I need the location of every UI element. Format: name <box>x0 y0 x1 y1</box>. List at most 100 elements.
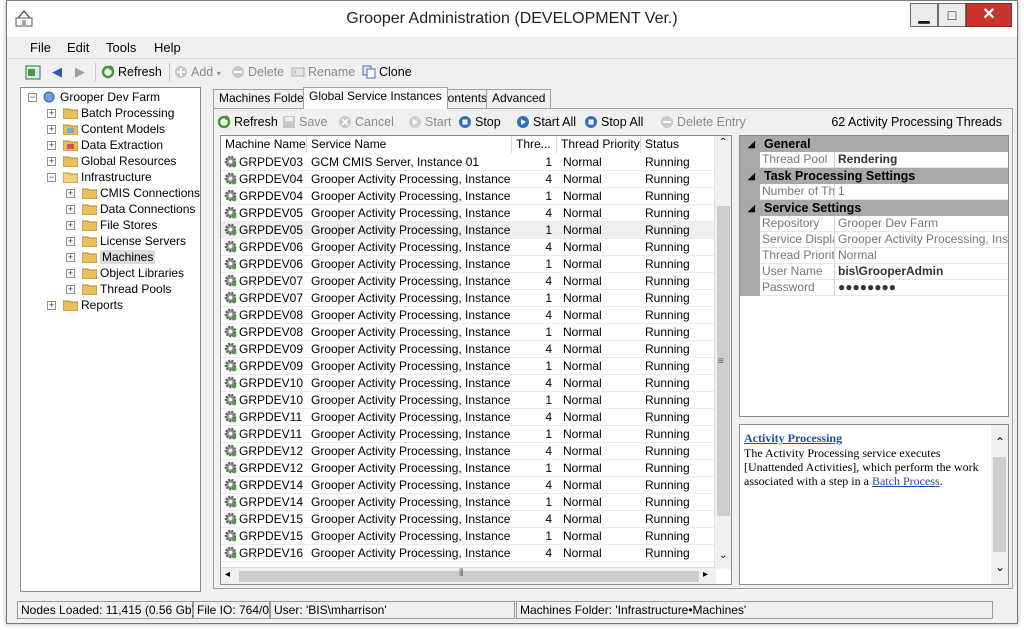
tree-item-machines[interactable]: Machines <box>82 249 156 265</box>
pane-splitter[interactable] <box>205 87 209 593</box>
tree-item-content-models[interactable]: Content Models <box>63 121 165 137</box>
expand-toggle[interactable]: + <box>47 141 56 150</box>
property-thread-pool[interactable]: Thread Pool Rendering <box>740 152 1008 168</box>
tree-item-data-connections[interactable]: Data Connections <box>82 201 195 217</box>
clone-button[interactable]: Clone <box>362 64 412 81</box>
table-row[interactable]: GRPDEV16 Grooper Activity Processing, Ins… <box>221 545 716 562</box>
table-row[interactable]: GRPDEV09 Grooper Activity Processing, Ins… <box>221 358 716 375</box>
expand-toggle[interactable]: + <box>47 109 56 118</box>
start-all-button[interactable]: Start All <box>516 114 576 130</box>
table-row[interactable]: GRPDEV12 Grooper Activity Processing, Ins… <box>221 443 716 460</box>
category-service-settings[interactable]: ◢ Service Settings <box>740 200 1008 216</box>
property-value[interactable]: ●●●●●●●● <box>838 280 1008 296</box>
cancel-button[interactable]: Cancel <box>338 114 394 130</box>
expand-toggle[interactable]: + <box>47 301 56 310</box>
home-icon[interactable] <box>25 65 41 80</box>
tree-item-file-stores[interactable]: File Stores <box>82 217 157 233</box>
col-threads[interactable]: Thre... <box>512 136 557 153</box>
add-button[interactable]: Add ▾ <box>174 64 221 81</box>
property-value[interactable]: 1 <box>838 184 1008 200</box>
collapse-triangle-icon[interactable]: ◢ <box>748 168 755 184</box>
rename-button[interactable]: Rename <box>291 64 355 81</box>
h-scroll-thumb[interactable] <box>239 571 699 582</box>
property-thread-priority[interactable]: Thread Priority Normal <box>740 248 1008 264</box>
tree-item-thread-pools[interactable]: Thread Pools <box>82 281 171 297</box>
table-row[interactable]: GRPDEV14 Grooper Activity Processing, Ins… <box>221 477 716 494</box>
table-row[interactable]: GRPDEV03 GCM CMIS Server, Instance 01 1 Nor… <box>221 154 716 171</box>
table-row[interactable]: GRPDEV15 Grooper Activity Processing, Ins… <box>221 511 716 528</box>
batch-process-link[interactable]: Batch Process <box>872 474 940 488</box>
table-row[interactable]: GRPDEV08 Grooper Activity Processing, Ins… <box>221 307 716 324</box>
menu-edit[interactable]: Edit <box>67 40 89 55</box>
expand-toggle[interactable]: + <box>66 221 75 230</box>
collapse-triangle-icon[interactable]: ◢ <box>748 136 755 152</box>
back-arrow-icon[interactable]: ◀ <box>52 64 62 80</box>
delete-entry-button[interactable]: Delete Entry <box>660 114 746 130</box>
tree-item-global-resources[interactable]: Global Resources <box>63 153 176 169</box>
tree-item-reports[interactable]: Reports <box>63 297 123 313</box>
delete-button[interactable]: Delete <box>231 64 284 81</box>
expand-toggle[interactable]: + <box>47 157 56 166</box>
tab-global-service-instances[interactable]: Global Service Instances <box>303 87 448 109</box>
property-value[interactable]: Normal <box>838 248 1008 264</box>
collapse-toggle[interactable]: − <box>28 93 37 102</box>
expand-toggle[interactable]: + <box>66 189 75 198</box>
table-row[interactable]: GRPDEV09 Grooper Activity Processing, Ins… <box>221 341 716 358</box>
col-service-name[interactable]: Service Name <box>307 136 512 153</box>
table-row[interactable]: GRPDEV11 Grooper Activity Processing, Ins… <box>221 409 716 426</box>
service-refresh-button[interactable]: Refresh <box>217 114 278 130</box>
property-password[interactable]: Password ●●●●●●●● <box>740 280 1008 296</box>
forward-arrow-icon[interactable]: ▶ <box>75 64 85 80</box>
help-title-link[interactable]: Activity Processing <box>744 431 842 445</box>
menu-file[interactable]: File <box>30 40 51 55</box>
tree-item-batch-processing[interactable]: Batch Processing <box>63 105 174 121</box>
expand-toggle[interactable]: + <box>66 285 75 294</box>
col-machine-name[interactable]: Machine Name <box>221 136 307 153</box>
start-button[interactable]: Start <box>408 114 451 130</box>
help-scrollbar[interactable]: ⌃ ⌄ <box>991 425 1008 584</box>
property-grid[interactable]: ◢ General Thread Pool Rendering ◢ Task Proc… <box>739 135 1009 417</box>
tree-root[interactable]: Grooper Dev Farm <box>42 89 160 105</box>
table-row[interactable]: GRPDEV04 Grooper Activity Processing, Ins… <box>221 188 716 205</box>
tree-item-license-servers[interactable]: License Servers <box>82 233 186 249</box>
table-row[interactable]: GRPDEV11 Grooper Activity Processing, Ins… <box>221 426 716 443</box>
property-value[interactable]: Grooper Activity Processing, Instance 02 <box>838 232 1008 248</box>
property-number-of-threads[interactable]: Number of Threads1 <box>740 184 1008 200</box>
tree-item-data-extraction[interactable]: Data Extraction <box>63 137 163 153</box>
collapse-toggle[interactable]: − <box>47 173 56 182</box>
table-row[interactable]: GRPDEV05 Grooper Activity Processing, Ins… <box>221 222 716 239</box>
save-button[interactable]: Save <box>282 114 328 130</box>
property-value[interactable]: bis\GrooperAdmin <box>838 264 1008 280</box>
grid-vertical-scrollbar[interactable]: ⌃ ≡ ⌄ <box>714 136 731 569</box>
expand-toggle[interactable]: + <box>66 237 75 246</box>
scroll-up-icon[interactable]: ⌃ <box>719 137 727 148</box>
property-repository[interactable]: Repository Grooper Dev Farm <box>740 216 1008 232</box>
close-button[interactable]: ✕ <box>966 3 1012 27</box>
stop-button[interactable]: Stop <box>458 114 501 130</box>
tree-item-infrastructure[interactable]: Infrastructure <box>63 169 152 185</box>
table-row[interactable]: GRPDEV05 Grooper Activity Processing, Ins… <box>221 205 716 222</box>
scroll-down-icon[interactable]: ⌄ <box>719 550 727 561</box>
tab-machines-folder[interactable]: Machines Folder <box>213 89 314 108</box>
refresh-button[interactable]: Refresh <box>101 64 162 81</box>
table-row[interactable]: GRPDEV07 Grooper Activity Processing, Ins… <box>221 290 716 307</box>
scroll-up-icon[interactable]: ⌃ <box>995 435 1005 449</box>
expand-toggle[interactable]: + <box>47 125 56 134</box>
service-instances-grid[interactable]: Machine Name Service Name Thre... Thread… <box>220 135 732 585</box>
table-row[interactable]: GRPDEV14 Grooper Activity Processing, Ins… <box>221 494 716 511</box>
title-bar[interactable]: Grooper Administration (DEVELOPMENT Ver.… <box>7 1 1017 37</box>
table-row[interactable]: GRPDEV10 Grooper Activity Processing, Ins… <box>221 375 716 392</box>
scroll-down-icon[interactable]: ⌄ <box>995 560 1005 574</box>
expand-toggle[interactable]: + <box>66 269 75 278</box>
table-row[interactable]: GRPDEV07 Grooper Activity Processing, Ins… <box>221 273 716 290</box>
table-row[interactable]: GRPDEV04 Grooper Activity Processing, Ins… <box>221 171 716 188</box>
minimize-button[interactable]: ▁ <box>910 3 938 27</box>
table-row[interactable]: GRPDEV06 Grooper Activity Processing, Ins… <box>221 256 716 273</box>
col-thread-priority[interactable]: Thread Priority <box>557 136 641 153</box>
expand-toggle[interactable]: + <box>66 253 75 262</box>
table-row[interactable]: GRPDEV10 Grooper Activity Processing, Ins… <box>221 392 716 409</box>
category-general[interactable]: ◢ General <box>740 136 1008 152</box>
tree-item-object-libraries[interactable]: Object Libraries <box>82 265 184 281</box>
stop-all-button[interactable]: Stop All <box>584 114 643 130</box>
scroll-thumb[interactable] <box>993 457 1006 552</box>
